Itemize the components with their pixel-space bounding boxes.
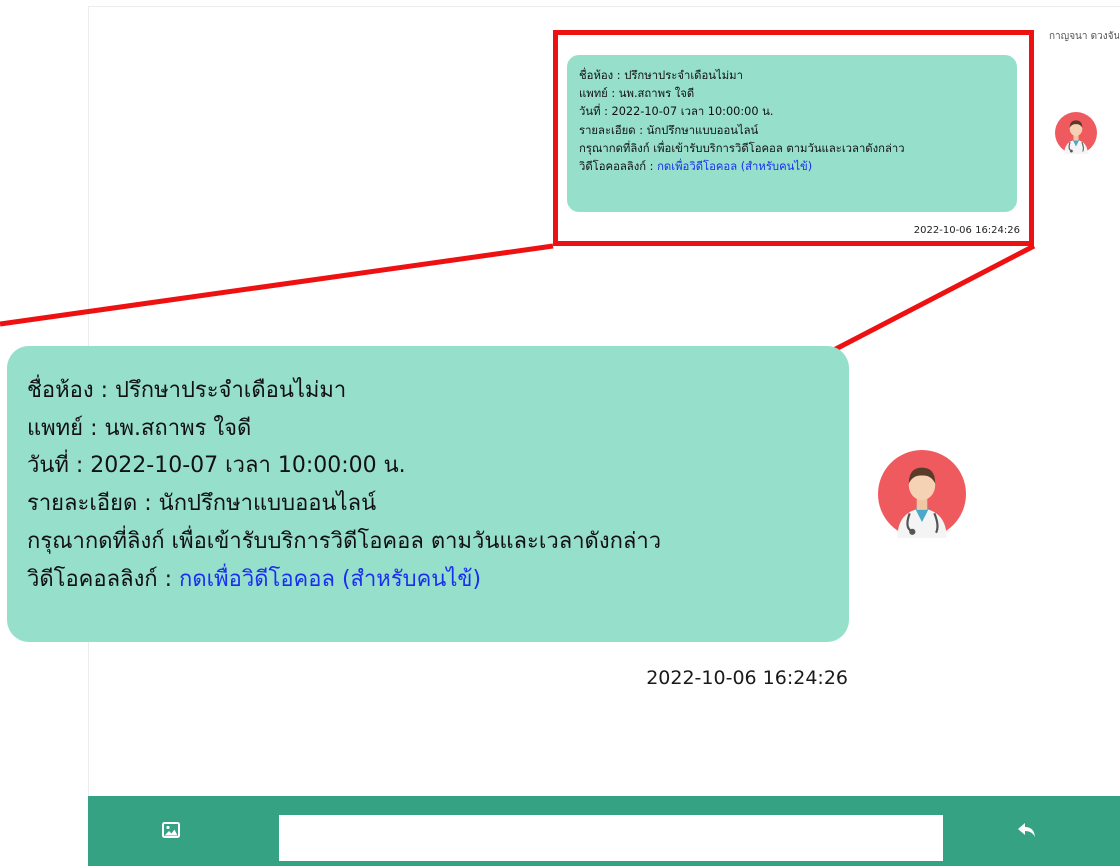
- video-call-row-enlarged: วิดีโอคอลลิงก์ : กดเพื่อวิดีโอคอล (สำหรั…: [27, 561, 849, 599]
- doctor-text-enlarged: แพทย์ : นพ.สถาพร ใจดี: [27, 415, 252, 441]
- attach-image-button[interactable]: [156, 816, 186, 844]
- send-reply-button[interactable]: [1012, 816, 1042, 844]
- sender-name: กาญจนา ดวงจันทร์: [1049, 31, 1119, 42]
- image-icon: [162, 822, 180, 838]
- doctor-avatar: [1055, 112, 1097, 154]
- message-input[interactable]: [279, 815, 943, 861]
- video-call-label-enlarged: วิดีโอคอลลิงก์ :: [27, 566, 180, 592]
- message-bubble-enlarged: ชื่อห้อง : ปรึกษาประจำเดือนไม่มา แพทย์ :…: [7, 346, 849, 642]
- highlight-box: [553, 30, 1034, 246]
- instruction-text-enlarged: กรุณากดที่ลิงก์ เพื่อเข้ารับบริการวิดีโอ…: [27, 528, 662, 554]
- message-composer: [88, 796, 1120, 866]
- date-text-enlarged: วันที่ : 2022-10-07 เวลา 10:00:00 น.: [27, 453, 406, 479]
- video-call-link-enlarged[interactable]: กดเพื่อวิดีโอคอล (สำหรับคนไข้): [179, 567, 481, 592]
- reply-arrow-icon: [1018, 823, 1035, 837]
- room-name-text-enlarged: ชื่อห้อง : ปรึกษาประจำเดือนไม่มา: [27, 378, 347, 403]
- message-timestamp-enlarged: 2022-10-06 16:24:26: [646, 667, 848, 689]
- detail-text-enlarged: รายละเอียด : นักปรึกษาแบบออนไลน์: [27, 491, 377, 517]
- doctor-avatar-enlarged: [878, 450, 966, 538]
